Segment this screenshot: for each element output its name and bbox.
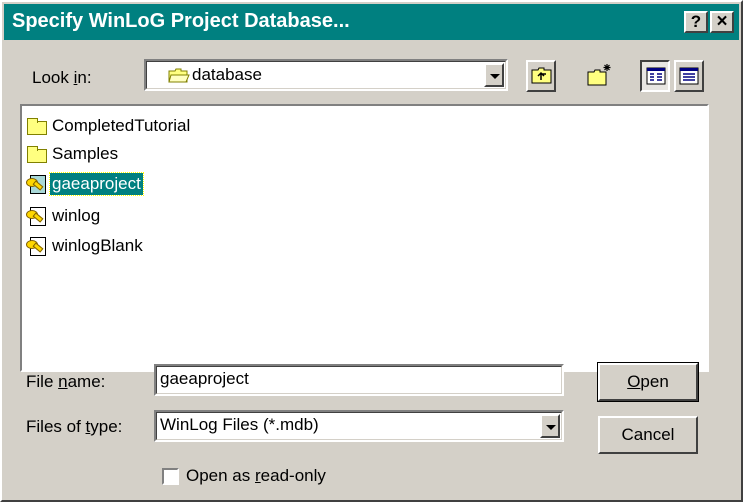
file-list[interactable]: CompletedTutorial Samples gaeaproject wi… (20, 104, 709, 372)
help-button[interactable]: ? (684, 11, 708, 33)
cancel-button[interactable]: Cancel (598, 416, 698, 454)
folder-icon (26, 117, 48, 135)
file-type-select[interactable]: WinLog Files (*.mdb) (154, 410, 564, 442)
new-folder-icon (586, 62, 614, 93)
read-only-label[interactable]: Open as read-only (186, 466, 326, 486)
open-button[interactable]: Open (597, 362, 699, 402)
create-new-folder-button[interactable] (584, 60, 614, 92)
chevron-down-icon[interactable] (484, 63, 504, 87)
file-name-value: gaeaproject (160, 369, 249, 388)
title-bar[interactable]: Specify WinLoG Project Database... ? × (4, 4, 739, 40)
window-title: Specify WinLoG Project Database... (12, 10, 350, 32)
access-database-icon (26, 175, 48, 194)
read-only-checkbox[interactable] (162, 468, 179, 485)
open-file-dialog: Specify WinLoG Project Database... ? × L… (0, 0, 743, 502)
list-view-icon (646, 67, 666, 90)
access-database-icon (26, 237, 48, 256)
file-type-value: WinLog Files (*.mdb) (160, 415, 319, 434)
folder-icon (26, 145, 48, 163)
list-item-winlogblank[interactable]: winlogBlank (26, 234, 145, 258)
details-view-icon (679, 67, 699, 90)
chevron-down-icon[interactable] (540, 414, 560, 438)
list-view-button[interactable] (640, 60, 670, 92)
up-one-level-button[interactable] (526, 60, 556, 92)
details-view-button[interactable] (674, 60, 704, 92)
close-button[interactable]: × (710, 11, 734, 33)
list-item-completedtutorial[interactable]: CompletedTutorial (26, 114, 192, 138)
file-name-input[interactable]: gaeaproject (154, 364, 564, 396)
open-folder-icon (168, 68, 190, 83)
list-item-samples[interactable]: Samples (26, 142, 120, 166)
list-item-winlog[interactable]: winlog (26, 204, 102, 228)
access-database-icon (26, 207, 48, 226)
look-in-combo[interactable]: database (144, 59, 508, 91)
look-in-value: database (192, 65, 262, 84)
folder-up-icon (531, 67, 553, 90)
file-type-label: Files of type: (26, 417, 123, 436)
look-in-label: Look in: (32, 68, 92, 87)
file-name-label: File name: (26, 372, 106, 391)
list-item-gaeaproject[interactable]: gaeaproject (26, 172, 144, 196)
